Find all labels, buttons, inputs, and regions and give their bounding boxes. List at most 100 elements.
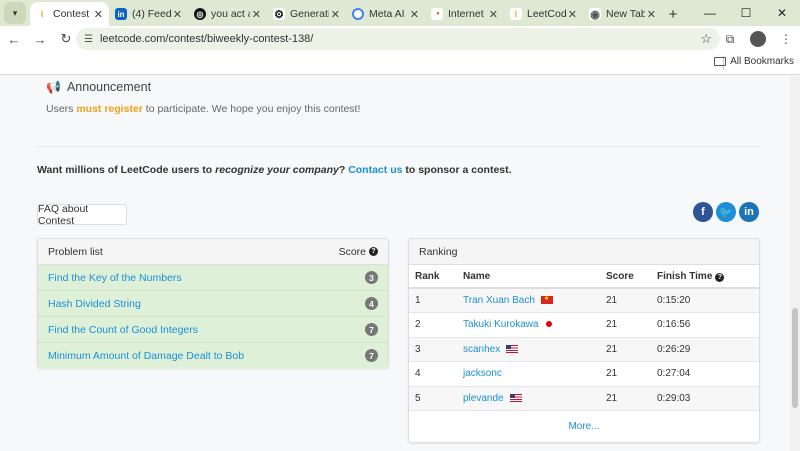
close-window-icon[interactable]: ✕	[764, 0, 800, 26]
announcement-text-start: Users	[46, 103, 77, 115]
tab-meta-ai[interactable]: Meta AI ✕	[346, 2, 425, 26]
more-menu-icon[interactable]: ⋮	[772, 32, 800, 46]
tab-title: Internet Sp	[448, 8, 487, 20]
close-icon[interactable]: ✕	[410, 8, 419, 21]
user-link[interactable]: scanhex	[463, 344, 500, 355]
page-scrollbar[interactable]	[790, 76, 800, 451]
user-link[interactable]: plevande	[463, 393, 504, 404]
tab-search-icon[interactable]: ▾	[4, 2, 26, 24]
tab-leetcode[interactable]: ⌇ LeetCode ✕	[504, 2, 583, 26]
help-icon[interactable]: ?	[369, 247, 378, 256]
contact-us-link[interactable]: Contact us	[348, 164, 402, 176]
user-link[interactable]: Takuki Kurokawa	[463, 319, 539, 330]
tab-linkedin[interactable]: in (4) Feed | L ✕	[109, 2, 188, 26]
rank-column-header: Rank	[409, 265, 457, 289]
problem-link[interactable]: Find the Key of the Numbers	[48, 272, 182, 284]
finish-time-label: Finish Time	[657, 270, 713, 282]
leetcode-icon: ⌇	[36, 8, 48, 20]
sponsor-text-1: Want millions of LeetCode users to	[37, 164, 216, 176]
browser-toolbar: ← → ↻ ☰ leetcode.com/contest/biweekly-co…	[0, 26, 800, 52]
facebook-share-icon[interactable]: f	[693, 202, 713, 222]
url-text: leetcode.com/contest/biweekly-contest-13…	[99, 33, 314, 45]
tab-title: LeetCode	[527, 8, 566, 20]
finish-time-cell: 0:16:56	[651, 312, 759, 338]
sponsor-text-3: to sponsor a contest.	[402, 164, 512, 176]
sponsor-message: Want millions of LeetCode users to recog…	[37, 164, 512, 176]
tab-contest[interactable]: ⌇ Contest - L ✕	[30, 2, 109, 26]
vietnam-flag-icon	[540, 295, 553, 304]
sponsor-text-2: ?	[338, 164, 349, 176]
tab-generating[interactable]: ⚙ Generating ✕	[267, 2, 346, 26]
name-cell: scanhex	[457, 337, 600, 362]
scroll-thumb[interactable]	[792, 308, 798, 408]
speedtest-icon: ◔	[431, 8, 443, 20]
score-badge: 7	[365, 349, 378, 362]
ranking-title: Ranking	[419, 245, 458, 258]
usa-flag-icon	[509, 393, 522, 402]
window-controls: — ☐ ✕	[692, 0, 800, 26]
close-icon[interactable]: ✕	[94, 8, 103, 21]
table-row: 3 scanhex 21 0:26:29	[409, 337, 759, 362]
section-divider	[36, 146, 760, 147]
tab-chatgpt[interactable]: ◎ you act as ✕	[188, 2, 267, 26]
tab-title: Contest - L	[53, 8, 92, 20]
address-bar[interactable]: ☰ leetcode.com/contest/biweekly-contest-…	[76, 28, 720, 50]
extensions-icon[interactable]: ⧉	[716, 32, 744, 47]
ranking-panel: Ranking Rank Name Score Finish Time? 1 T…	[408, 238, 760, 443]
profile-avatar[interactable]	[750, 31, 766, 47]
linkedin-share-icon[interactable]: in	[739, 202, 759, 222]
help-icon[interactable]: ?	[715, 272, 725, 282]
problem-link[interactable]: Find the Count of Good Integers	[48, 324, 198, 336]
score-cell: 21	[600, 361, 651, 387]
chatgpt-icon: ◎	[194, 8, 206, 20]
announcement-text-end: to participate. We hope you enjoy this c…	[142, 103, 361, 115]
tab-strip: ▾ ⌇ Contest - L ✕ in (4) Feed | L ✕ ◎ yo…	[0, 0, 800, 26]
register-link[interactable]: must register	[76, 103, 143, 115]
twitter-share-icon[interactable]: 🐦	[716, 202, 736, 222]
announcement-title: Announcement	[66, 80, 152, 94]
bookmark-star-icon[interactable]: ☆	[700, 31, 712, 47]
new-tab-button[interactable]: +	[662, 2, 684, 26]
maximize-icon[interactable]: ☐	[728, 0, 764, 26]
tab-new-tab[interactable]: ◉ New Tab ✕	[583, 2, 662, 26]
bookmarks-bar: All Bookmarks	[0, 52, 800, 75]
score-header: Score ?	[339, 246, 378, 258]
linkedin-icon: in	[115, 8, 127, 20]
name-cell: Takuki Kurokawa	[457, 312, 600, 338]
rank-cell: 3	[409, 337, 457, 362]
problem-link[interactable]: Minimum Amount of Damage Dealt to Bob	[48, 350, 244, 362]
leetcode-icon: ⌇	[510, 8, 522, 20]
contest-page: 📢 Announcement Users must register to pa…	[0, 76, 800, 451]
close-icon[interactable]: ✕	[252, 8, 261, 21]
problem-row[interactable]: Minimum Amount of Damage Dealt to Bob 7	[38, 343, 388, 369]
score-badge: 4	[365, 297, 378, 310]
tab-speedtest[interactable]: ◔ Internet Sp ✕	[425, 2, 504, 26]
close-icon[interactable]: ✕	[173, 8, 182, 21]
problem-row[interactable]: Find the Count of Good Integers 7	[38, 317, 388, 343]
forward-icon[interactable]: →	[28, 27, 52, 51]
minimize-icon[interactable]: —	[692, 0, 728, 26]
tab-title: Meta AI	[369, 8, 405, 20]
user-link[interactable]: Tran Xuan Bach	[463, 295, 535, 306]
close-icon[interactable]: ✕	[489, 8, 498, 21]
problem-row[interactable]: Find the Key of the Numbers 3	[38, 265, 388, 291]
tab-title: New Tab	[606, 8, 645, 20]
rank-cell: 4	[409, 361, 457, 387]
close-icon[interactable]: ✕	[568, 8, 577, 21]
user-link[interactable]: jacksonc	[463, 368, 502, 379]
table-row: 1 Tran Xuan Bach 21 0:15:20	[409, 288, 759, 313]
site-info-icon[interactable]: ☰	[84, 34, 93, 45]
ranking-header: Ranking	[409, 239, 759, 265]
back-icon[interactable]: ←	[2, 27, 26, 51]
openai-icon: ⚙	[273, 8, 285, 21]
problem-row[interactable]: Hash Divided String 4	[38, 291, 388, 317]
more-rankings-link[interactable]: More...	[409, 411, 759, 432]
all-bookmarks-button[interactable]: All Bookmarks	[714, 56, 794, 67]
faq-button[interactable]: FAQ about Contest	[37, 203, 127, 227]
ranking-table: Rank Name Score Finish Time? 1 Tran Xuan…	[409, 265, 759, 411]
tab-title: (4) Feed | L	[132, 8, 171, 20]
problem-link[interactable]: Hash Divided String	[48, 298, 141, 310]
close-icon[interactable]: ✕	[647, 8, 656, 21]
reload-icon[interactable]: ↻	[54, 27, 78, 51]
close-icon[interactable]: ✕	[331, 8, 340, 21]
